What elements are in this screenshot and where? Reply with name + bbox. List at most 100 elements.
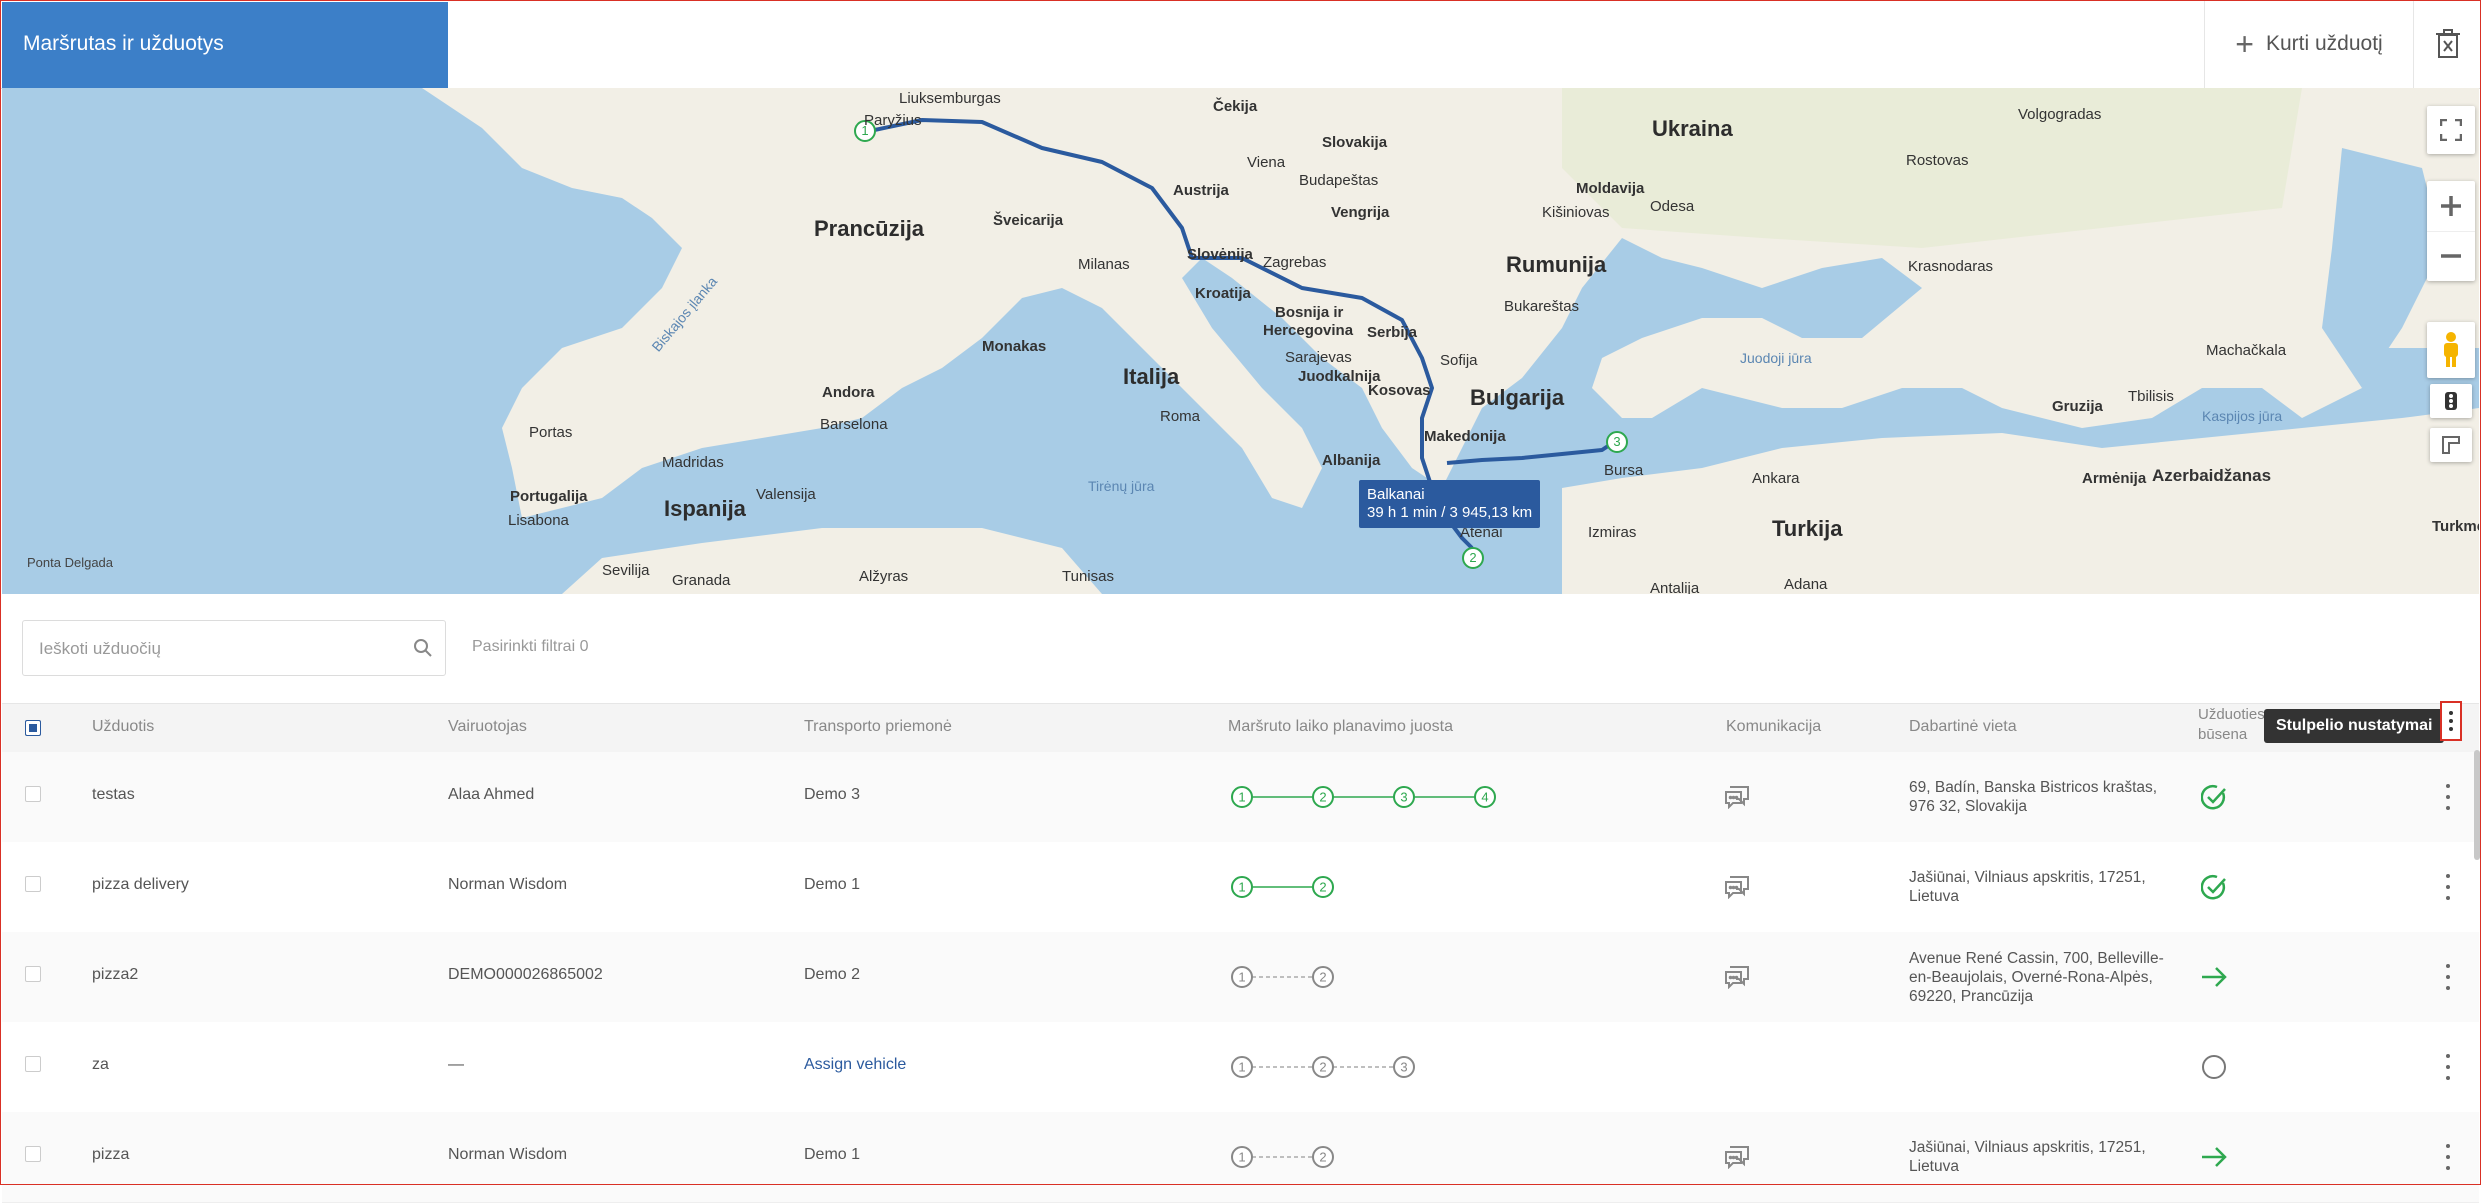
route-timeline[interactable]: 12 bbox=[1230, 965, 1335, 989]
timeline-stop[interactable]: 3 bbox=[1393, 786, 1415, 808]
timeline-stop[interactable]: 2 bbox=[1312, 876, 1334, 898]
timeline-stop[interactable]: 1 bbox=[1231, 1146, 1253, 1168]
svg-text:1: 1 bbox=[1238, 1060, 1245, 1075]
map-label: Alžyras bbox=[859, 568, 909, 585]
chat-icon[interactable] bbox=[1724, 875, 1750, 899]
timeline-stop[interactable]: 3 bbox=[1393, 1056, 1415, 1078]
task-name[interactable]: pizza bbox=[92, 1146, 129, 1164]
street-view-button[interactable] bbox=[2427, 322, 2475, 378]
column-header-timeline[interactable]: Maršruto laiko planavimo juosta bbox=[1228, 718, 1453, 736]
column-header-status[interactable]: Užduoties bbox=[2198, 706, 2265, 723]
driver-name: Norman Wisdom bbox=[448, 1146, 568, 1163]
map-waypoint-3[interactable]: 3 bbox=[1606, 431, 1628, 453]
map-label: Bursa bbox=[1604, 462, 1644, 479]
task-search-input[interactable] bbox=[37, 621, 401, 677]
table-scrollbar[interactable] bbox=[2474, 750, 2480, 860]
column-header-vehicle[interactable]: Transporto priemonė bbox=[804, 718, 952, 736]
table-row[interactable]: pizza delivery Norman Wisdom Demo 1 1 2 Jašiū… bbox=[2, 842, 2479, 933]
map-label: Antalija bbox=[1650, 580, 1700, 594]
table-row[interactable]: pizza Norman Wisdom Demo 1 1 2 Jašiūnai, Viln… bbox=[2, 1112, 2479, 1203]
timeline-stop[interactable]: 1 bbox=[1231, 876, 1253, 898]
timeline-stop[interactable]: 2 bbox=[1312, 786, 1334, 808]
column-header-communication[interactable]: Komunikacija bbox=[1726, 718, 1821, 736]
map-label: Makedonija bbox=[1424, 428, 1506, 445]
measure-button[interactable] bbox=[2430, 428, 2472, 462]
traffic-layer-button[interactable] bbox=[2430, 384, 2472, 418]
status-arrow-right-icon bbox=[2202, 967, 2227, 987]
map-label: Portugalija bbox=[510, 488, 588, 505]
svg-text:3: 3 bbox=[1400, 790, 1407, 805]
map-label: Paryžius bbox=[864, 112, 922, 129]
selected-filters[interactable]: Pasirinkti filtrai 0 bbox=[472, 638, 588, 656]
timeline-stop[interactable]: 4 bbox=[1474, 786, 1496, 808]
map-label: Austrija bbox=[1173, 182, 1229, 199]
assign-vehicle-link[interactable]: Assign vehicle bbox=[804, 1056, 906, 1074]
row-checkbox[interactable] bbox=[25, 1056, 41, 1072]
current-location: 69, Badín, Banska Bistricos kraštas, 976 … bbox=[1909, 778, 2179, 816]
row-actions-button[interactable] bbox=[2438, 780, 2458, 814]
row-actions-button[interactable] bbox=[2438, 960, 2458, 994]
table-row[interactable]: testas Alaa Ahmed Demo 3 1 2 3 4 69, Badín, Ban… bbox=[2, 752, 2479, 843]
map-label: Barselona bbox=[820, 416, 888, 433]
chat-icon[interactable] bbox=[1724, 1145, 1750, 1169]
location-line: Lietuva bbox=[1909, 888, 1959, 905]
row-actions-button[interactable] bbox=[2438, 870, 2458, 904]
minus-icon bbox=[2441, 254, 2461, 258]
map-label: Ispanija bbox=[664, 496, 746, 521]
column-header-location[interactable]: Dabartinė vieta bbox=[1909, 718, 2017, 736]
delete-button[interactable] bbox=[2414, 0, 2481, 88]
route-tooltip-detail: 39 h 1 min / 3 945,13 km bbox=[1367, 504, 1533, 521]
chat-icon[interactable] bbox=[1724, 965, 1750, 989]
svg-text:1: 1 bbox=[1238, 1150, 1245, 1165]
map-label: Bukareštas bbox=[1504, 298, 1580, 315]
route-timeline[interactable]: 1 2 3 4 bbox=[1230, 785, 1497, 809]
table-row[interactable]: pizza2 DEMO000026865002 Demo 2 1 2 Avenue Ren… bbox=[2, 932, 2479, 1023]
plus-icon: + bbox=[2235, 26, 2254, 62]
map-label: Turkija bbox=[1772, 516, 1843, 541]
task-name[interactable]: testas bbox=[92, 786, 135, 804]
map-label: Lisabona bbox=[508, 512, 569, 529]
plus-icon bbox=[2441, 195, 2461, 216]
row-checkbox[interactable] bbox=[25, 1146, 41, 1162]
map-label: Ankara bbox=[1752, 470, 1800, 487]
zoom-out-button[interactable] bbox=[2427, 232, 2475, 282]
timeline-stop[interactable]: 2 bbox=[1312, 1056, 1334, 1078]
fullscreen-button[interactable] bbox=[2427, 106, 2475, 154]
row-checkbox[interactable] bbox=[25, 966, 41, 982]
row-checkbox[interactable] bbox=[25, 786, 41, 802]
map-label: Volgogradas bbox=[2018, 106, 2102, 123]
zoom-in-button[interactable] bbox=[2427, 181, 2475, 232]
select-all-checkbox[interactable] bbox=[25, 720, 41, 736]
map-label: Albanija bbox=[1322, 452, 1381, 469]
map-label: Krasnodaras bbox=[1908, 258, 1994, 275]
status-check-circle-icon bbox=[2201, 784, 2226, 810]
map-label: Odesa bbox=[1650, 198, 1695, 215]
column-header-driver[interactable]: Vairuotojas bbox=[448, 718, 527, 736]
route-timeline[interactable]: 12 bbox=[1230, 1145, 1335, 1169]
map-waypoint-2[interactable]: 2 bbox=[1462, 547, 1484, 569]
map-label: Rostovas bbox=[1906, 152, 1969, 169]
task-name[interactable]: pizza delivery bbox=[92, 876, 189, 894]
chat-icon[interactable] bbox=[1724, 785, 1750, 809]
search-icon[interactable] bbox=[413, 638, 433, 658]
timeline-stop[interactable]: 2 bbox=[1312, 966, 1334, 988]
column-settings-button[interactable] bbox=[2440, 701, 2462, 741]
row-actions-button[interactable] bbox=[2438, 1050, 2458, 1084]
page-title: Maršrutas ir užduotys bbox=[23, 32, 224, 55]
task-name[interactable]: za bbox=[92, 1056, 109, 1074]
timeline-stop[interactable]: 2 bbox=[1312, 1146, 1334, 1168]
table-row[interactable]: za — Assign vehicle 1 2 3 bbox=[2, 1022, 2479, 1113]
row-actions-button[interactable] bbox=[2438, 1140, 2458, 1174]
task-name[interactable]: pizza2 bbox=[92, 966, 138, 984]
route-timeline[interactable]: 1 2 3 bbox=[1230, 1055, 1416, 1079]
timeline-stop[interactable]: 1 bbox=[1231, 1056, 1253, 1078]
create-task-label: Kurti užduotį bbox=[2265, 32, 2383, 55]
route-timeline[interactable]: 12 bbox=[1230, 875, 1335, 899]
column-header-task[interactable]: Užduotis bbox=[92, 718, 154, 736]
row-checkbox[interactable] bbox=[25, 876, 41, 892]
create-task-button[interactable]: + Kurti užduotį bbox=[2205, 0, 2413, 88]
column-header-status-line2[interactable]: būsena bbox=[2198, 726, 2247, 743]
timeline-stop[interactable]: 1 bbox=[1231, 966, 1253, 988]
route-map[interactable]: 1 2 3 Ukraina Prancūzija Rumunija Italij… bbox=[2, 88, 2479, 594]
timeline-stop[interactable]: 1 bbox=[1231, 786, 1253, 808]
